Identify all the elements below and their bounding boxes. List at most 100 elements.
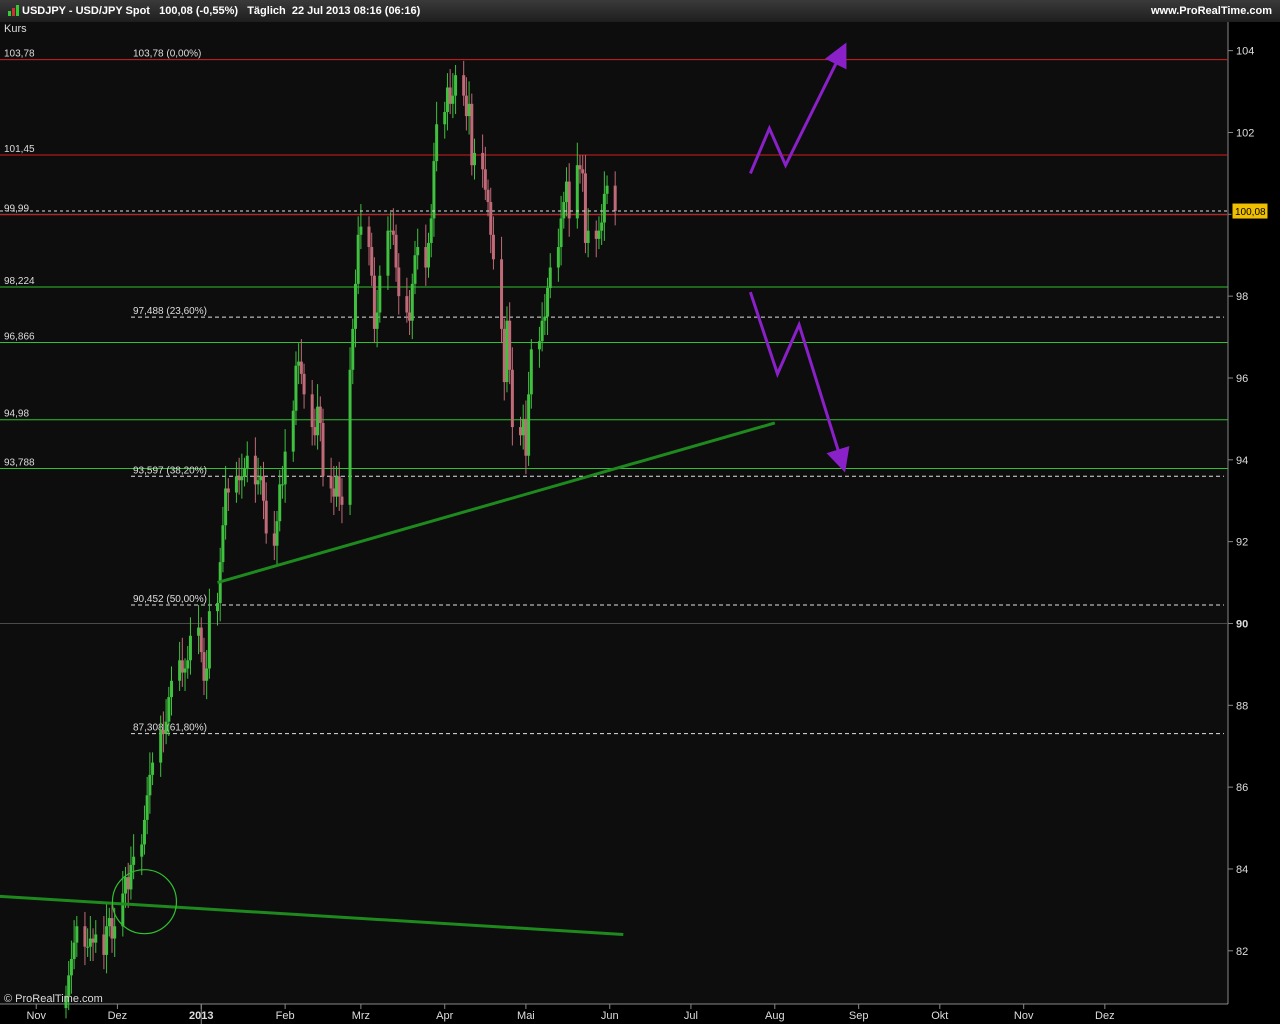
y-tick-label-86: 86	[1236, 782, 1248, 794]
header-info: USDJPY - USD/JPY Spot 100,08 (-0,55%) Tä…	[22, 5, 420, 17]
fib-label-93,597 (38,20%): 93,597 (38,20%)	[133, 465, 207, 476]
candle-body	[508, 320, 512, 370]
candle-body	[199, 627, 203, 653]
candle-body	[237, 476, 241, 481]
candle-body	[294, 365, 298, 411]
candle-body	[375, 312, 379, 329]
candle-body	[205, 668, 209, 681]
candle-body	[451, 95, 455, 104]
y-tick-label-90: 90	[1236, 618, 1248, 630]
candle-body	[72, 942, 76, 959]
candle-body	[575, 165, 579, 219]
candle-body	[91, 938, 95, 943]
panel-label: Kurs	[4, 23, 27, 35]
candle-body	[594, 230, 598, 239]
candle-body	[124, 877, 128, 894]
candle-body	[224, 488, 228, 526]
y-tick-label-82: 82	[1236, 946, 1248, 958]
x-tick-label-Nov: Nov	[1014, 1010, 1034, 1022]
candle-body	[140, 844, 144, 857]
candle-body	[167, 697, 171, 722]
candle-body	[329, 476, 333, 489]
candle-body	[164, 721, 168, 734]
candle-body	[548, 267, 552, 288]
candle-body	[291, 410, 295, 452]
candle-body	[337, 476, 341, 497]
candle-body	[94, 934, 98, 943]
level-label-98,224: 98,224	[4, 276, 35, 287]
candle-body	[353, 283, 357, 329]
candle-body	[524, 418, 528, 456]
candle-body	[578, 165, 582, 170]
candle-body	[256, 480, 260, 485]
candle-body	[448, 87, 452, 104]
candle-body	[481, 152, 485, 170]
candle-body	[527, 394, 531, 456]
candle-body	[332, 488, 336, 497]
candle-body	[602, 193, 606, 223]
candle-body	[240, 476, 244, 481]
candle-body	[197, 627, 201, 636]
candle-body	[505, 320, 509, 383]
candle-body	[443, 112, 447, 125]
candle-body	[316, 406, 320, 436]
candle-body	[597, 230, 601, 239]
candle-body	[613, 185, 617, 212]
candle-body	[416, 247, 420, 256]
candle-body	[454, 75, 458, 96]
candle-body	[272, 533, 276, 546]
price-change: 100,08 (-0,55%)	[159, 5, 239, 17]
candle-body	[278, 484, 282, 522]
candle-body	[397, 267, 401, 297]
candle-body	[367, 226, 371, 248]
y-tick-label-84: 84	[1236, 864, 1248, 876]
plot-area	[0, 22, 1228, 1004]
usdjpy-candlestick-chart[interactable]: Kurs 103,78 101,45 99,99 98,224 96,866 94,98 9…	[0, 22, 1280, 1024]
x-tick-label-Apr: Apr	[436, 1010, 453, 1022]
candle-body	[234, 476, 238, 493]
candle-body	[559, 218, 563, 248]
candle-body	[142, 819, 146, 845]
candle-body	[264, 500, 268, 534]
candle-body	[351, 328, 355, 370]
candle-body	[489, 202, 493, 235]
candle-body	[261, 476, 265, 501]
price-axis	[1228, 22, 1280, 1004]
candle-body	[521, 418, 525, 436]
candle-body	[529, 349, 533, 395]
candle-body	[129, 864, 133, 890]
candle-body	[543, 316, 547, 321]
candle-body	[356, 234, 360, 284]
candle-body	[180, 660, 184, 673]
candle-body	[102, 934, 106, 955]
candle-body	[445, 87, 449, 113]
candle-body	[518, 427, 522, 436]
last-price-label: 100,08	[1235, 207, 1266, 218]
candle-body	[372, 275, 376, 329]
y-tick-label-94: 94	[1236, 455, 1248, 467]
candle-body	[370, 247, 374, 276]
x-tick-label-Dez: Dez	[1095, 1010, 1115, 1022]
candle-body	[581, 169, 585, 174]
candle-body	[126, 877, 130, 890]
candle-body	[299, 361, 303, 374]
x-tick-label-Jun: Jun	[601, 1010, 619, 1022]
candle-body	[567, 181, 571, 219]
candle-body	[188, 635, 192, 661]
site-link[interactable]: www.ProRealTime.com	[1151, 5, 1272, 17]
candle-body	[391, 230, 395, 235]
candle-body	[470, 103, 474, 166]
fib-label-97,488 (23,60%): 97,488 (23,60%)	[133, 306, 207, 317]
candle-body	[302, 373, 306, 395]
candle-body	[429, 218, 433, 243]
y-tick-label-104: 104	[1236, 46, 1254, 58]
candle-body	[105, 926, 109, 955]
watermark: © ProRealTime.com	[4, 993, 103, 1005]
candle-body	[340, 496, 344, 505]
candle-body	[132, 856, 136, 865]
candle-body	[424, 247, 428, 268]
x-tick-label-Feb: Feb	[276, 1010, 295, 1022]
candle-body	[310, 394, 314, 428]
candle-body	[562, 202, 566, 219]
candle-body	[159, 729, 163, 763]
